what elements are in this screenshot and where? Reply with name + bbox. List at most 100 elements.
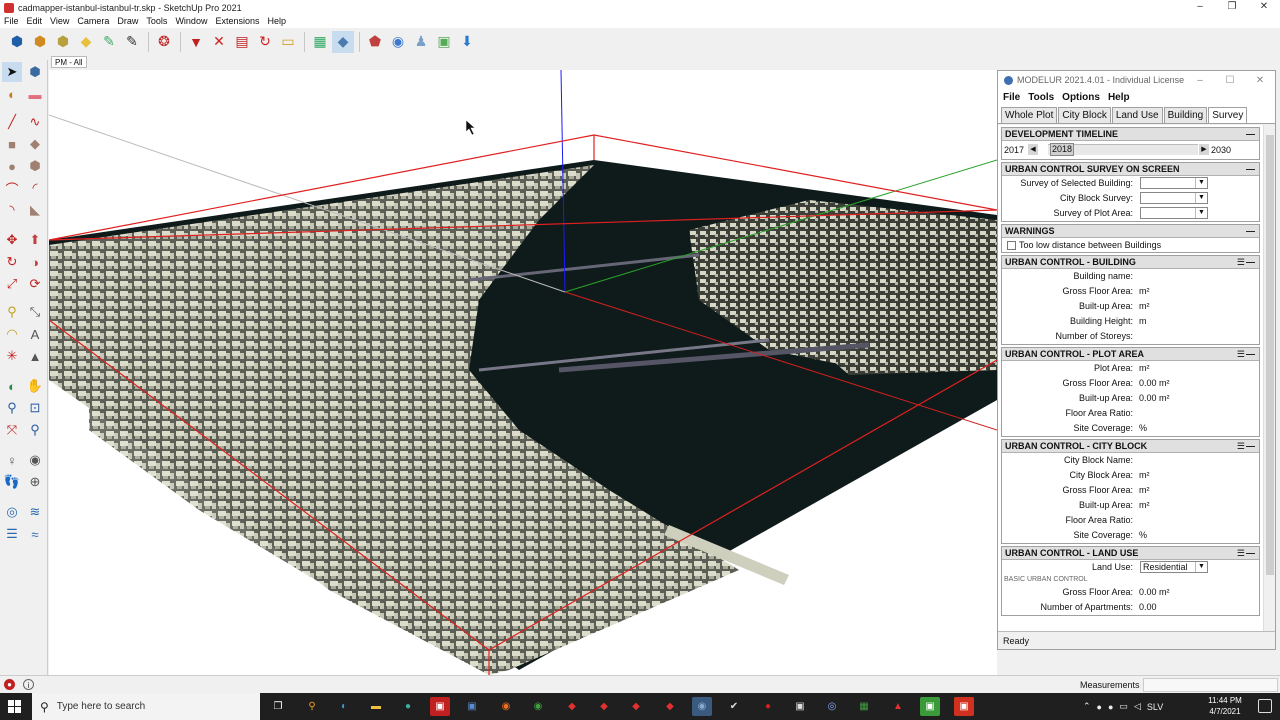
- eyedropper-icon[interactable]: ✎: [98, 31, 120, 53]
- modelur-menu-file[interactable]: File: [998, 92, 1023, 103]
- search-app-icon[interactable]: ⚲: [302, 697, 322, 716]
- menu-extensions[interactable]: Extensions: [211, 15, 263, 28]
- tray-volume-icon[interactable]: ◁: [1134, 701, 1141, 712]
- list-menu-icon[interactable]: ☰: [1237, 256, 1245, 269]
- geo-location-icon[interactable]: ◉: [387, 31, 409, 53]
- 3d-text-icon[interactable]: ▲: [25, 346, 45, 366]
- land-use-select[interactable]: Residential ▼: [1140, 561, 1208, 573]
- select-arrow-icon[interactable]: ➤: [2, 62, 22, 82]
- section-plane-icon[interactable]: ⊕: [25, 472, 45, 492]
- taskbar-clock[interactable]: 11:44 PM 4/7/2021: [1200, 695, 1250, 717]
- menu-draw[interactable]: Draw: [113, 15, 142, 28]
- look-around-icon[interactable]: ◉: [25, 450, 45, 470]
- timeline-next-button[interactable]: ▶: [1199, 144, 1209, 155]
- model-viewport[interactable]: [49, 70, 997, 675]
- delete-down-icon[interactable]: ▼: [185, 31, 207, 53]
- app-vs-icon[interactable]: ✔: [724, 697, 744, 716]
- modelur-minimize-button[interactable]: –: [1185, 75, 1215, 86]
- menu-tools[interactable]: Tools: [142, 15, 171, 28]
- dimension-icon[interactable]: ⤡: [25, 302, 45, 322]
- tab-whole-plot[interactable]: Whole Plot: [1001, 107, 1058, 123]
- move-icon[interactable]: ✥: [2, 230, 22, 250]
- person-icon[interactable]: ♟: [410, 31, 432, 53]
- save-app-icon[interactable]: ▣: [462, 697, 482, 716]
- list-menu-icon[interactable]: ☰: [1237, 440, 1245, 453]
- cube-tan-icon[interactable]: ⬢: [52, 31, 74, 53]
- modelur-scrollbar[interactable]: [1263, 125, 1275, 632]
- tray-app-icon[interactable]: ●: [1097, 702, 1102, 712]
- minimize-button[interactable]: –: [1184, 0, 1216, 15]
- collapse-icon[interactable]: —: [1246, 256, 1255, 269]
- walk-icon[interactable]: 👣: [2, 472, 22, 492]
- timeline-prev-button[interactable]: ◀: [1028, 144, 1038, 155]
- info-icon[interactable]: i: [23, 679, 34, 690]
- circle-icon[interactable]: ●: [2, 156, 22, 176]
- measurements-input[interactable]: [1143, 678, 1278, 692]
- list-menu-icon[interactable]: ☰: [1237, 547, 1245, 560]
- text-icon[interactable]: A: [25, 324, 45, 344]
- eraser-box-icon[interactable]: ◆: [75, 31, 97, 53]
- close-button[interactable]: ✕: [1248, 0, 1280, 15]
- delete-x-icon[interactable]: ✕: [208, 31, 230, 53]
- list-menu-icon[interactable]: ☰: [1237, 348, 1245, 361]
- offset-icon[interactable]: ⟳: [25, 274, 45, 294]
- tape-measure-icon[interactable]: ⚲: [2, 302, 22, 322]
- modelur-maximize-button[interactable]: ☐: [1215, 75, 1245, 86]
- survey-block-select[interactable]: ▼: [1140, 192, 1208, 204]
- tab-city-block[interactable]: City Block: [1058, 107, 1111, 123]
- modelur-menu-options[interactable]: Options: [1057, 92, 1103, 103]
- sandbox-icon[interactable]: ◎: [2, 502, 22, 522]
- tab-land-use[interactable]: Land Use: [1111, 107, 1163, 123]
- scene-tab-pm-all[interactable]: PM - All: [51, 56, 87, 68]
- tray-network-icon[interactable]: ▭: [1119, 701, 1128, 712]
- app-recorder-icon[interactable]: ▣: [954, 697, 974, 716]
- tab-building[interactable]: Building: [1163, 107, 1208, 123]
- warehouse-icon[interactable]: ❂: [153, 31, 175, 53]
- pencil-icon[interactable]: ✎: [121, 31, 143, 53]
- push-pull-icon[interactable]: ⬆: [25, 230, 45, 250]
- menu-camera[interactable]: Camera: [73, 15, 113, 28]
- tray-app2-icon[interactable]: ●: [1108, 702, 1113, 712]
- app-red-icon[interactable]: ●: [758, 697, 778, 716]
- menu-help[interactable]: Help: [263, 15, 290, 28]
- scale-icon[interactable]: ⤢: [2, 274, 22, 294]
- excel-icon[interactable]: ▦: [854, 697, 874, 716]
- maximize-button[interactable]: ❐: [1216, 0, 1248, 15]
- stamp-icon[interactable]: ☰: [2, 524, 22, 544]
- arc2-icon[interactable]: ◜: [25, 178, 45, 198]
- pan-icon[interactable]: ✋: [25, 376, 45, 396]
- zoom-icon[interactable]: ⚲: [2, 398, 22, 418]
- sketchup-app-icon-1[interactable]: ◆: [562, 697, 582, 716]
- polygon-icon[interactable]: ⬢: [25, 156, 45, 176]
- tag-icon[interactable]: ◆: [332, 30, 354, 53]
- refresh-icon[interactable]: ↻: [254, 31, 276, 53]
- collapse-icon[interactable]: —: [1246, 128, 1255, 141]
- rotated-rect-icon[interactable]: ◆: [25, 134, 45, 154]
- book-icon[interactable]: ▭: [277, 31, 299, 53]
- zoom-extents-icon[interactable]: ⤧: [2, 420, 22, 440]
- line-tool-icon[interactable]: ╱: [2, 112, 22, 132]
- axes-icon[interactable]: ✳: [2, 346, 22, 366]
- geo-status-icon[interactable]: ●: [4, 679, 15, 690]
- collapse-icon[interactable]: —: [1246, 225, 1255, 238]
- taskbar-search[interactable]: ⚲ Type here to search: [32, 693, 260, 720]
- follow-me-icon[interactable]: ◑: [25, 252, 45, 272]
- location-map-icon[interactable]: ⬟: [364, 31, 386, 53]
- task-view-icon[interactable]: ❐: [268, 697, 288, 716]
- tab-survey[interactable]: Survey: [1208, 107, 1248, 123]
- chrome-icon[interactable]: ◉: [528, 697, 548, 716]
- rotate-icon[interactable]: ↻: [2, 252, 22, 272]
- collapse-icon[interactable]: —: [1246, 348, 1255, 361]
- orbit-icon[interactable]: ◐: [2, 376, 22, 396]
- file-explorer-icon[interactable]: ▬: [366, 697, 386, 716]
- menu-edit[interactable]: Edit: [23, 15, 47, 28]
- rectangle-icon[interactable]: ■: [2, 134, 22, 154]
- osm-icon[interactable]: ▣: [433, 31, 455, 53]
- menu-window[interactable]: Window: [171, 15, 211, 28]
- edge-icon[interactable]: ◐: [334, 697, 354, 716]
- warning-checkbox[interactable]: [1007, 241, 1016, 250]
- timeline-current[interactable]: 2018: [1050, 143, 1074, 156]
- camtasia-icon[interactable]: ▣: [920, 697, 940, 716]
- menu-file[interactable]: File: [0, 15, 23, 28]
- modelur-close-button[interactable]: ✕: [1245, 75, 1275, 86]
